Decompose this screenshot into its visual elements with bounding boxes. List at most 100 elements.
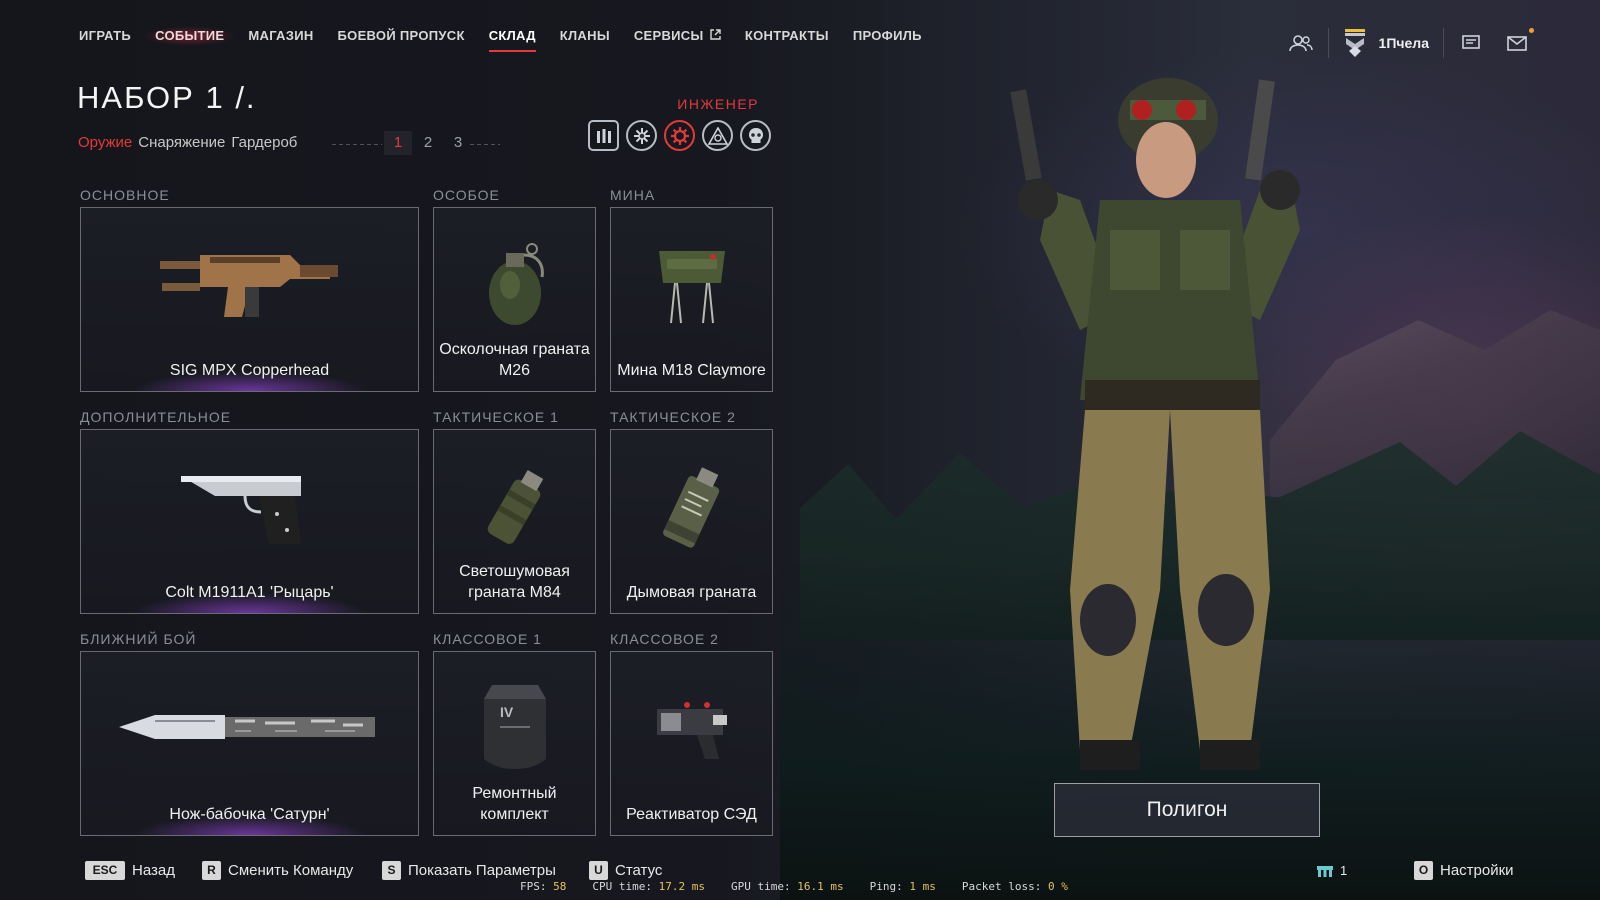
section-class-2: КЛАССОВОЕ 2 [610,631,719,647]
melee-name: Нож-бабочка 'Сатурн' [169,806,330,823]
key-o: O [1414,861,1433,880]
section-special: ОСОБОЕ [433,187,500,203]
packet-loss-label: Packet loss: [961,880,1042,893]
kit-subtabs: Оружие Снаряжение Гардероб [78,134,297,151]
network-icon [1317,865,1333,877]
external-link-icon [707,29,721,43]
section-class-1: КЛАССОВОЕ 1 [433,631,542,647]
ping-value: 1 [909,880,916,893]
section-tactical-2: ТАКТИЧЕСКОЕ 2 [610,409,736,425]
hint-settings[interactable]: O Настройки [1414,861,1514,880]
nav-play[interactable]: ИГРАТЬ [79,26,143,46]
kit-number-2[interactable]: 2 [414,131,442,155]
network-indicator: 1 [1316,863,1347,878]
fps-value: 58 [553,880,567,893]
hint-back[interactable]: ESC Назад [85,861,175,880]
hint-status[interactable]: U Статус [589,861,662,880]
nav-services-label: СЕРВИСЫ [633,28,704,43]
username: 1Пчела [1378,35,1429,51]
key-esc: ESC [85,861,125,880]
tab-weapons[interactable]: Оружие [78,134,132,151]
kit-number-1[interactable]: 1 [384,131,412,155]
smg-icon [81,228,418,338]
svg-text:IV: IV [500,704,514,720]
special-name-line2: M26 [498,362,531,379]
key-r: R [202,861,221,880]
section-melee: БЛИЖНИЙ БОЙ [80,631,197,647]
section-secondary: ДОПОЛНИТЕЛЬНОЕ [80,409,232,425]
melee-slot[interactable]: Нож-бабочка 'Сатурн' [80,651,419,836]
section-primary: ОСНОВНОЕ [80,187,170,203]
nav-event[interactable]: СОБЫТИЕ [143,26,237,46]
flashbang-icon [434,450,595,560]
mail-icon[interactable] [1504,28,1534,56]
ping-unit: ms [922,880,936,893]
special-name: Осколочная граната M26 [438,339,591,381]
frag-grenade-icon [434,228,595,338]
divider [470,144,500,145]
tab-equipment[interactable]: Снаряжение [138,134,225,151]
hint-change-team[interactable]: R Сменить Команду [202,861,353,880]
nav-services[interactable]: СЕРВИСЫ [622,26,733,46]
hint-show-params-label: Показать Параметры [408,862,556,879]
section-tactical-1: ТАКТИЧЕСКОЕ 1 [433,409,559,425]
hint-status-label: Статус [615,862,663,879]
mine-slot[interactable]: Мина M18 Claymore [610,207,773,392]
class-1-name: Ремонтный комплект [438,783,591,825]
shooting-range-button[interactable]: Полигон [1054,783,1320,837]
player-count: 1 [1340,863,1348,878]
kit-number-3[interactable]: 3 [444,131,472,155]
key-s: S [382,861,401,880]
primary-weapon-slot[interactable]: SIG MPX Copperhead [80,207,419,392]
notification-dot [1529,28,1534,33]
special-name-line1: Осколочная граната [439,341,590,358]
tactical-2-name: Дымовая граната [626,584,757,601]
main-nav: ИГРАТЬ СОБЫТИЕ МАГАЗИН БОЕВОЙ ПРОПУСК СК… [79,26,934,52]
performance-stats: FPS: 58 CPU time: 17.2 ms GPU time: 16.1 m… [520,880,1068,893]
class-1-name-line1: Ремонтный [472,785,557,802]
fps-label: FPS: [520,880,547,893]
class-2-slot[interactable]: Реактиватор СЭД [610,651,773,836]
nav-warehouse[interactable]: СКЛАД [477,26,548,52]
soldier-character [990,50,1370,810]
divider [1443,28,1444,58]
nav-battle-pass[interactable]: БОЕВОЙ ПРОПУСК [326,26,477,46]
class-selector [588,120,771,151]
primary-weapon-name: SIG MPX Copperhead [169,362,330,379]
sniper-class-icon[interactable] [702,120,733,151]
smoke-grenade-icon [611,450,772,560]
packet-loss-value: 0 [1047,880,1055,893]
rifleman-class-icon[interactable] [588,120,619,151]
nav-profile[interactable]: ПРОФИЛЬ [841,26,934,46]
key-u: U [589,861,608,880]
engineer-class-icon[interactable] [664,120,695,151]
ping-label: Ping: [869,880,903,893]
chat-icon[interactable] [1458,30,1484,56]
special-slot[interactable]: Осколочная граната M26 [433,207,596,392]
tactical-2-slot[interactable]: Дымовая граната [610,429,773,614]
secondary-weapon-slot[interactable]: Colt M1911A1 'Рыцарь' [80,429,419,614]
gpu-value: 16.1 [797,880,824,893]
kit-number-tabs: 1 2 3 [384,131,472,155]
armor-plate-icon: IV [434,672,595,782]
cpu-value: 17.2 [658,880,686,893]
skull-class-icon[interactable] [740,120,771,151]
nav-shop[interactable]: МАГАЗИН [236,26,325,46]
divider [332,144,382,145]
tactical-1-name-line2: граната M84 [468,584,561,601]
hint-change-team-label: Сменить Команду [228,862,354,879]
nav-contracts[interactable]: КОНТРАКТЫ [733,26,841,46]
claymore-mine-icon [611,228,772,338]
hint-back-label: Назад [132,862,175,879]
tactical-1-slot[interactable]: Светошумовая граната M84 [433,429,596,614]
class-1-slot[interactable]: IV Ремонтный комплект [433,651,596,836]
nav-clans[interactable]: КЛАНЫ [548,26,622,46]
gpu-unit: ms [830,880,844,893]
tab-wardrobe[interactable]: Гардероб [231,134,297,151]
gpu-label: GPU time: [730,880,791,893]
defibrillator-icon [611,672,772,782]
hint-show-params[interactable]: S Показать Параметры [382,861,556,880]
secondary-weapon-name: Colt M1911A1 'Рыцарь' [165,584,334,601]
medic-class-icon[interactable] [626,120,657,151]
butterfly-knife-icon [81,672,418,782]
